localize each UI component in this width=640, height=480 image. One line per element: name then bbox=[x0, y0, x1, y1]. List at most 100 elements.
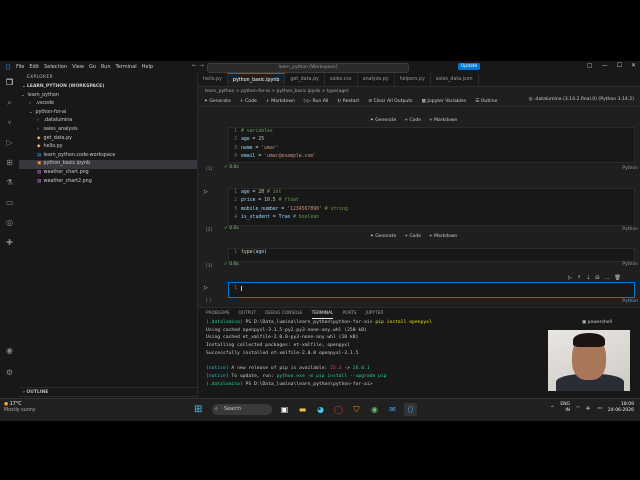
search-icon[interactable]: ⌕ bbox=[0, 93, 19, 113]
testing-icon[interactable]: ⚗ bbox=[0, 173, 19, 193]
tree-item[interactable]: ▨ weather_chart2.png bbox=[19, 178, 197, 187]
cell-4-language[interactable]: Python bbox=[622, 299, 638, 304]
python-icon[interactable]: ✚ bbox=[0, 233, 19, 253]
editor-tab[interactable]: hello.py bbox=[198, 73, 228, 86]
code-line[interactable]: 2 price = 10.5 # float bbox=[229, 197, 634, 205]
menu-run[interactable]: Run bbox=[101, 64, 111, 70]
nav-arrows-icon[interactable]: ← → bbox=[192, 62, 204, 69]
task-view-icon[interactable]: ▣ bbox=[278, 403, 291, 416]
code-line[interactable]: 1 # variables bbox=[229, 128, 634, 136]
windows-start-icon[interactable]: ⊞ bbox=[194, 404, 205, 415]
insert-generate-button[interactable]: ✦ Generate bbox=[370, 234, 396, 239]
more-actions-icon[interactable]: … bbox=[604, 275, 609, 281]
outlook-icon[interactable]: ✉ bbox=[386, 403, 399, 416]
menu-file[interactable]: File bbox=[16, 64, 24, 70]
insert-code-button[interactable]: + Code bbox=[404, 234, 421, 239]
menu-help[interactable]: Help bbox=[142, 64, 153, 70]
breadcrumb[interactable]: learn_python > python-for-ai > python_ba… bbox=[198, 87, 640, 96]
tree-item[interactable]: › .vscode bbox=[19, 100, 197, 109]
insert-generate-button[interactable]: ✦ Generate bbox=[370, 118, 396, 123]
brave-browser-icon[interactable]: ⛉ bbox=[350, 403, 363, 416]
tree-item[interactable]: ⌄ python-for-ai bbox=[19, 109, 197, 118]
tree-item[interactable]: ▣ python_basic.ipynb bbox=[19, 160, 197, 169]
remote-icon[interactable]: ▭ bbox=[0, 193, 19, 213]
input-language[interactable]: ENG IN bbox=[560, 402, 570, 414]
battery-icon[interactable]: ▭ bbox=[598, 406, 602, 411]
run-by-line-icon[interactable]: ▷ bbox=[568, 275, 572, 281]
menu-edit[interactable]: Edit bbox=[29, 64, 39, 70]
execute-below-icon[interactable]: ⇣ bbox=[586, 275, 590, 281]
tree-item[interactable]: ◆ hello.py bbox=[19, 143, 197, 152]
account-icon[interactable]: ◉ bbox=[0, 341, 19, 361]
code-cell-3[interactable]: 1 type(age) bbox=[228, 248, 635, 262]
insert-code-button[interactable]: + Code bbox=[404, 118, 421, 123]
insert-markdown-button[interactable]: + Markdown bbox=[429, 118, 457, 123]
menu-view[interactable]: View bbox=[72, 64, 84, 70]
panel-tab-jupyter[interactable]: JUPYTER bbox=[365, 308, 383, 319]
command-center-search[interactable]: learn_python [Workspace] bbox=[207, 63, 409, 73]
code-line[interactable]: 1 age = 20 # int bbox=[229, 189, 634, 197]
generate-button[interactable]: ✦ Generate bbox=[204, 99, 231, 104]
tree-item[interactable]: › sales_analysis bbox=[19, 126, 197, 135]
editor-tab[interactable]: helpers.py bbox=[395, 73, 431, 86]
minimize-icon[interactable]: — bbox=[602, 62, 608, 69]
editor-tab[interactable]: analyze.py bbox=[358, 73, 395, 86]
weather-widget[interactable]: ● 17°C Mostly sunny bbox=[4, 402, 36, 414]
terminal-shell-label[interactable]: ▣ powershell bbox=[582, 320, 612, 325]
cell-2-code[interactable]: 1 age = 20 # int 2 price = 10.5 # float 3 mob… bbox=[229, 189, 634, 222]
menu-terminal[interactable]: Terminal bbox=[116, 64, 137, 70]
editor-tab[interactable]: sales_data.json bbox=[431, 73, 479, 86]
add-code-button[interactable]: + Code bbox=[240, 99, 257, 104]
jupyter-icon[interactable]: ◎ bbox=[0, 213, 19, 233]
split-cell-icon[interactable]: ⊟ bbox=[595, 275, 599, 281]
editor-tab[interactable]: sales.csv bbox=[325, 73, 358, 86]
code-cell-4[interactable]: 1 bbox=[228, 282, 635, 298]
code-line[interactable]: 4 is_student = True # boolean bbox=[229, 214, 634, 222]
execute-above-icon[interactable]: ⇡ bbox=[577, 275, 581, 281]
code-line[interactable]: 2 age = 25 bbox=[229, 136, 634, 144]
code-cell-2[interactable]: 1 age = 20 # int 2 price = 10.5 # float 3 mob… bbox=[228, 188, 635, 226]
run-debug-icon[interactable]: ▷ bbox=[0, 133, 19, 153]
code-cell-1[interactable]: 1 # variables 2 age = 25 3 name = 'umar' 4 emai… bbox=[228, 127, 635, 163]
tray-overflow-icon[interactable]: ^ bbox=[551, 406, 555, 411]
cell-2-language[interactable]: Python bbox=[622, 227, 638, 232]
code-line[interactable]: 3 name = 'umar' bbox=[229, 145, 634, 153]
close-icon[interactable]: ✕ bbox=[631, 62, 636, 69]
panel-tab-debug-console[interactable]: DEBUG CONSOLE bbox=[265, 308, 303, 319]
delete-cell-icon[interactable]: 🗑 bbox=[614, 275, 620, 281]
run-cell-icon[interactable]: ▷ bbox=[204, 189, 208, 195]
opera-browser-icon[interactable]: ◯ bbox=[332, 403, 345, 416]
jupyter-variables-button[interactable]: ▦ Jupyter Variables bbox=[422, 99, 467, 104]
code-line[interactable]: 3 mobile_number = '1234567890' # string bbox=[229, 206, 634, 214]
code-line[interactable]: 4 email = 'umar@example.com' bbox=[229, 153, 634, 161]
wifi-icon[interactable]: ◠ bbox=[576, 406, 580, 411]
menu-selection[interactable]: Selection bbox=[44, 64, 67, 70]
chrome-browser-icon[interactable]: ◉ bbox=[368, 403, 381, 416]
run-all-button[interactable]: ▷▷ Run All bbox=[304, 99, 329, 104]
tree-item[interactable]: ▤ learn_python.code-workspace bbox=[19, 152, 197, 161]
tree-item[interactable]: › .datalumina bbox=[19, 117, 197, 126]
menu-go[interactable]: Go bbox=[89, 64, 96, 70]
layout-icon[interactable]: ▢ bbox=[587, 62, 593, 69]
add-markdown-button[interactable]: + Markdown bbox=[266, 99, 295, 104]
panel-tab-ports[interactable]: PORTS bbox=[342, 308, 356, 319]
source-control-icon[interactable]: ⑂ bbox=[0, 113, 19, 133]
explorer-icon[interactable]: ❐ bbox=[0, 73, 19, 93]
cell-1-language[interactable]: Python bbox=[622, 166, 638, 171]
taskbar-search[interactable]: ⌕ Search bbox=[212, 404, 272, 415]
insert-markdown-button[interactable]: + Markdown bbox=[429, 234, 457, 239]
clock[interactable]: 18:09 24-06-2026 bbox=[608, 402, 634, 414]
tree-item[interactable]: ◆ get_data.py bbox=[19, 135, 197, 144]
cell-3-language[interactable]: Python bbox=[622, 262, 638, 267]
tree-item[interactable]: ▨ weather_chart.png bbox=[19, 169, 197, 178]
panel-tab-problems[interactable]: PROBLEMS bbox=[206, 308, 229, 319]
code-line[interactable]: 1 type(age) bbox=[229, 249, 634, 257]
editor-tab[interactable]: get_data.py bbox=[285, 73, 325, 86]
code-line[interactable]: 1 bbox=[229, 285, 634, 293]
editor-tab[interactable]: python_basic.ipynb bbox=[227, 73, 286, 86]
vscode-taskbar-icon[interactable]: ⟨⟩ bbox=[404, 403, 417, 416]
restart-button[interactable]: ↻ Restart bbox=[337, 99, 359, 104]
settings-gear-icon[interactable]: ⚙ bbox=[0, 363, 19, 383]
clear-outputs-button[interactable]: ⊘ Clear All Outputs bbox=[368, 99, 412, 104]
panel-tab-terminal[interactable]: TERMINAL bbox=[311, 308, 334, 319]
